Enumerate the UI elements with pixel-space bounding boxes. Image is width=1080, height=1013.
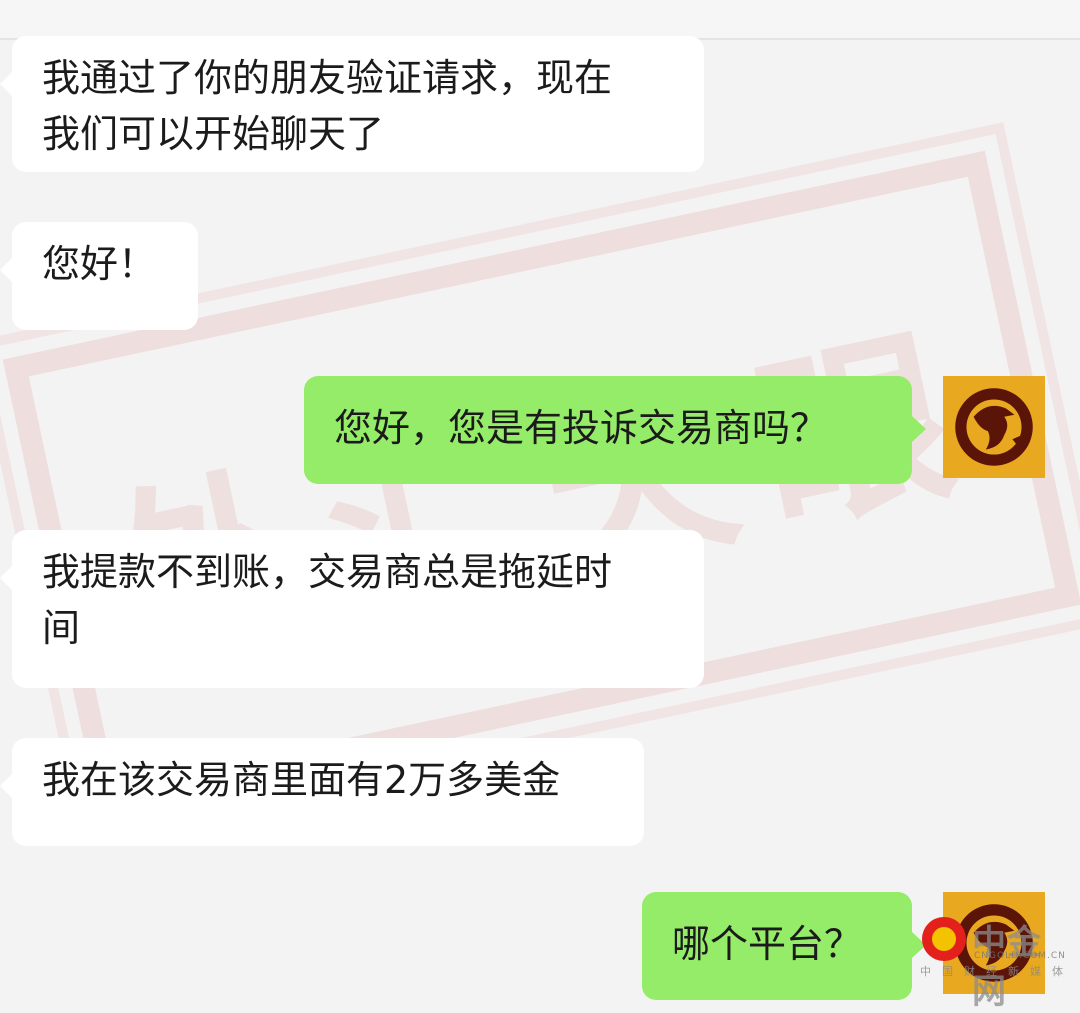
message-bubble-incoming[interactable]: 我通过了你的朋友验证请求，现在 我们可以开始聊天了 [0,36,704,172]
message-bubble-incoming[interactable]: 您好！ [0,222,198,330]
watermark-url: CNGOLD.COM.CN [974,951,1066,961]
top-bar [0,0,1080,40]
avatar[interactable] [943,376,1045,478]
cngold-logo-icon [922,917,966,961]
message-bubble-outgoing[interactable]: 哪个平台？ [642,892,926,1000]
watermark-subtitle: 中国财经新媒体 [920,965,1074,978]
cngold-watermark: 中金网 CNGOLD.COM.CN 中国财经新媒体 [920,915,1070,1012]
eagle-logo-icon [955,388,1033,466]
message-bubble-outgoing[interactable]: 您好，您是有投诉交易商吗？ [304,376,926,484]
message-bubble-incoming[interactable]: 我提款不到账，交易商总是拖延时 间 [0,530,704,688]
message-bubble-incoming[interactable]: 我在该交易商里面有2万多美金 [0,738,644,846]
